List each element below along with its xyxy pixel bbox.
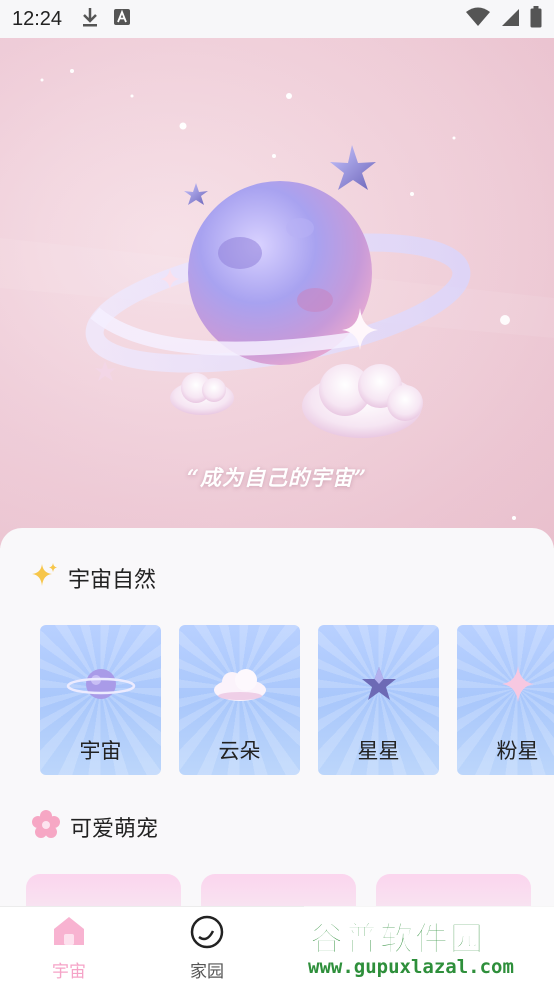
planet-icon — [66, 662, 136, 710]
sparkles-icon — [32, 562, 58, 594]
nav-item-garden[interactable]: 家园 — [162, 907, 252, 985]
hero-slogan: “成为自己的宇宙” — [186, 465, 368, 490]
status-bar: 12:24 — [0, 0, 554, 38]
category-label: 星星 — [357, 739, 400, 763]
nav-label: 家园 — [190, 962, 224, 982]
cherry-blossom-icon — [32, 810, 60, 844]
category-tile-star[interactable]: 星星 — [318, 625, 439, 775]
pink-sparkle-icon — [500, 664, 536, 708]
category-tile-universe[interactable]: 宇宙 — [40, 625, 161, 775]
circle-icon — [189, 915, 225, 949]
pet-card[interactable] — [26, 874, 181, 908]
nav-label: 宇宙 — [52, 962, 86, 982]
battery-icon — [530, 5, 542, 33]
a-badge-icon — [114, 8, 131, 30]
pet-list — [26, 874, 531, 908]
star-icon — [359, 664, 399, 708]
category-tile-cloud[interactable]: 云朵 — [179, 625, 300, 775]
category-label: 云朵 — [218, 739, 261, 763]
pet-card[interactable] — [201, 874, 356, 908]
home-icon — [51, 915, 87, 947]
watermark-title: 谷普软件园 — [310, 919, 485, 959]
status-time: 12:24 — [12, 7, 63, 30]
signal-icon — [500, 7, 520, 32]
cloud-icon — [210, 664, 270, 708]
category-list: 宇宙 云朵 星星 粉星 — [40, 625, 554, 775]
section-title-label: 可爱萌宠 — [70, 817, 159, 842]
section-title-universe: 宇宙自然 — [32, 562, 156, 594]
watermark: 谷普软件园 www.gupuxlazal.com — [304, 906, 554, 984]
download-icon — [80, 6, 100, 33]
section-title-label: 宇宙自然 — [68, 568, 157, 593]
category-label: 宇宙 — [79, 739, 122, 763]
category-tile-pink-star[interactable]: 粉星 — [457, 625, 554, 775]
content-card: 宇宙自然 宇宙 云朵 星星 粉星 可爱萌宠 — [0, 528, 554, 908]
pet-card[interactable] — [376, 874, 531, 908]
watermark-url: www.gupuxlazal.com — [308, 956, 514, 978]
category-label: 粉星 — [496, 739, 539, 763]
nav-item-universe[interactable]: 宇宙 — [24, 907, 114, 985]
section-title-pets: 可爱萌宠 — [32, 810, 158, 844]
wifi-icon — [466, 7, 490, 32]
hero-banner: “成为自己的宇宙” — [0, 38, 554, 548]
